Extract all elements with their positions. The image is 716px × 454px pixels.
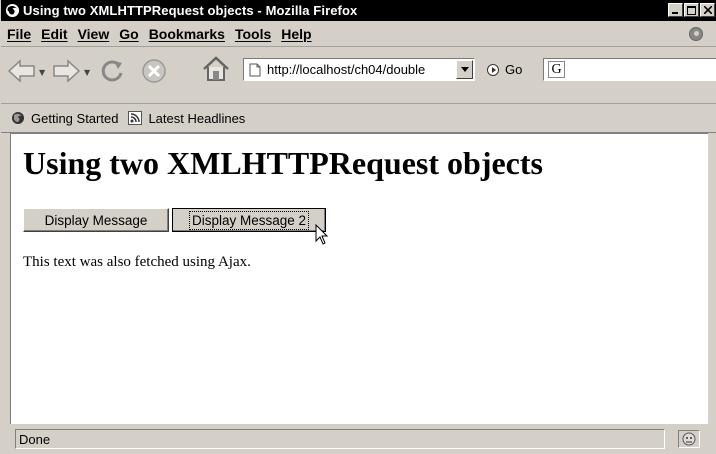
popup-blocker-icon[interactable]: [678, 430, 700, 448]
button-label: Display Message 2: [188, 210, 310, 230]
bookmark-label: Getting Started: [31, 110, 119, 126]
stop-icon: [142, 59, 166, 83]
maximize-button[interactable]: [684, 3, 699, 17]
status-text: Done: [15, 429, 665, 449]
firefox-logo-icon: [4, 3, 20, 19]
go-button[interactable]: Go: [487, 62, 522, 77]
url-text[interactable]: http://localhost/ch04/double: [267, 62, 455, 77]
address-bar[interactable]: http://localhost/ch04/double: [243, 58, 475, 81]
url-history-dropdown[interactable]: [456, 60, 473, 79]
menu-bar: File Edit View Go Bookmarks Tools Help: [1, 22, 716, 47]
page-heading: Using two XMLHTTPRequest objects: [23, 145, 543, 181]
rss-feed-icon: [128, 111, 143, 125]
chevron-down-icon: [460, 67, 469, 72]
menu-tools[interactable]: Tools: [235, 26, 271, 42]
back-arrow-icon: [7, 59, 35, 83]
stop-button[interactable]: [141, 58, 167, 84]
display-message-button[interactable]: Display Message: [23, 208, 169, 232]
bookmark-latest-headlines[interactable]: Latest Headlines: [128, 111, 245, 126]
activity-throbber-icon: [689, 27, 703, 41]
window-controls: [668, 3, 715, 17]
bookmark-label: Latest Headlines: [148, 110, 246, 126]
close-icon: [703, 6, 712, 14]
menu-go[interactable]: Go: [119, 26, 138, 42]
minimize-button[interactable]: [668, 3, 683, 17]
back-dropdown-icon[interactable]: ▼: [39, 68, 45, 77]
fetched-text: This text was also fetched using Ajax.: [23, 254, 251, 270]
status-bar: Done: [10, 427, 708, 451]
page-content: Using two XMLHTTPRequest objects Display…: [10, 133, 708, 424]
menu-edit[interactable]: Edit: [41, 26, 67, 42]
menu-bookmarks[interactable]: Bookmarks: [149, 26, 225, 42]
reload-icon: [101, 60, 123, 82]
menu-view[interactable]: View: [78, 26, 110, 42]
go-arrow-icon: [487, 63, 499, 76]
bookmark-getting-started[interactable]: Getting Started: [11, 111, 118, 126]
forward-dropdown-icon[interactable]: ▼: [84, 68, 90, 77]
browser-window: Using two XMLHTTPRequest objects - Mozil…: [0, 0, 716, 454]
firefox-icon: [11, 111, 25, 125]
search-engine-letter: G: [551, 61, 562, 77]
search-box[interactable]: G: [543, 58, 716, 81]
reload-button[interactable]: [97, 56, 127, 86]
title-bar: Using two XMLHTTPRequest objects - Mozil…: [1, 0, 716, 21]
forward-button[interactable]: [51, 59, 81, 83]
menu-file[interactable]: File: [7, 26, 31, 42]
close-button[interactable]: [700, 3, 715, 17]
window-title: Using two XMLHTTPRequest objects - Mozil…: [23, 3, 358, 18]
minimize-icon: [671, 12, 678, 14]
page-icon: [249, 63, 261, 76]
forward-arrow-icon: [53, 59, 81, 83]
home-icon: [203, 56, 229, 81]
bookmarks-toolbar: Getting Started Latest Headlines: [1, 104, 716, 133]
button-label: Display Message: [44, 212, 148, 228]
maximize-icon: [687, 5, 696, 15]
back-button[interactable]: [7, 59, 37, 83]
go-label: Go: [505, 62, 523, 77]
display-message-2-button[interactable]: Display Message 2: [172, 208, 326, 232]
search-engine-icon[interactable]: G: [548, 61, 565, 78]
mouse-pointer-icon: [315, 223, 329, 250]
navigation-toolbar: ▼ ▼ http://localhost/ch04/double Go G: [1, 47, 716, 104]
home-button[interactable]: [201, 55, 231, 83]
menu-help[interactable]: Help: [281, 26, 311, 42]
